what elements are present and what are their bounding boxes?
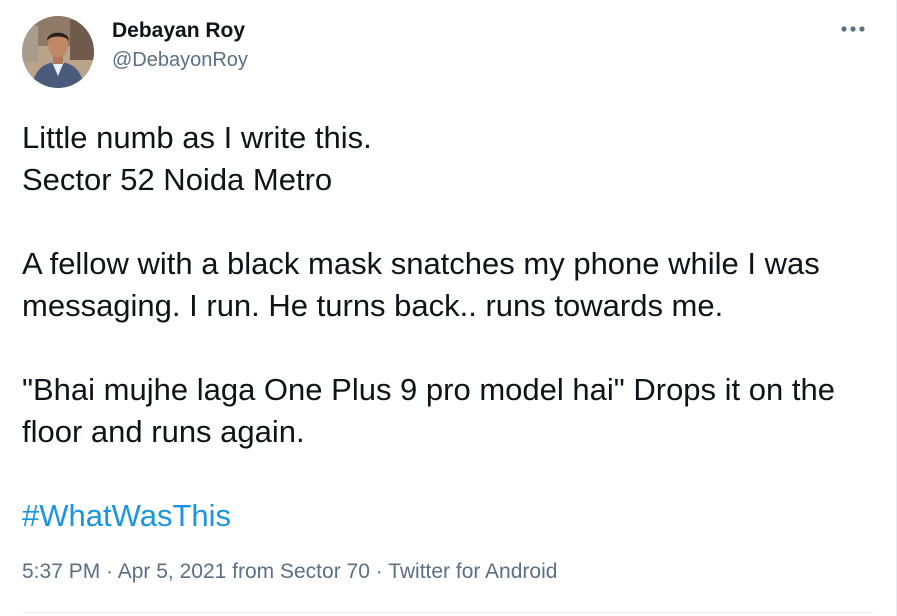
author-info: Debayan Roy @DebayonRoy	[112, 18, 248, 73]
author-handle[interactable]: @DebayonRoy	[112, 47, 248, 73]
tweet-header: Debayan Roy @DebayonRoy	[22, 16, 248, 88]
author-display-name[interactable]: Debayan Roy	[112, 18, 248, 44]
tweet-meta: 5:37 PM · Apr 5, 2021 from Sector 70 · T…	[22, 560, 557, 584]
meta-separator: ·	[100, 560, 118, 583]
tweet-text: Little numb as I write this. Sector 52 N…	[22, 117, 882, 537]
divider	[22, 612, 874, 613]
tweet-paragraph-2: A fellow with a black mask snatches my p…	[22, 246, 820, 323]
more-options-button[interactable]	[838, 18, 868, 40]
tweet-line-2: Sector 52 Noida Metro	[22, 162, 333, 197]
tweet-location-link[interactable]: Sector 70	[280, 560, 370, 583]
tweet-time-link[interactable]: 5:37 PM	[22, 560, 100, 583]
tweet-date-link[interactable]: Apr 5, 2021	[118, 560, 227, 583]
tweet-card: Debayan Roy @DebayonRoy Little numb as I…	[0, 0, 897, 616]
tweet-line-1: Little numb as I write this.	[22, 120, 372, 155]
hashtag-link[interactable]: #WhatWasThis	[22, 498, 231, 533]
avatar[interactable]	[22, 16, 94, 88]
avatar-photo	[22, 16, 94, 88]
meta-separator: ·	[369, 560, 389, 583]
meta-from-text: from	[226, 560, 280, 583]
tweet-paragraph-3: "Bhai mujhe laga One Plus 9 pro model ha…	[22, 372, 835, 449]
tweet-client-link[interactable]: Twitter for Android	[388, 560, 557, 583]
more-horizontal-icon	[841, 26, 865, 32]
